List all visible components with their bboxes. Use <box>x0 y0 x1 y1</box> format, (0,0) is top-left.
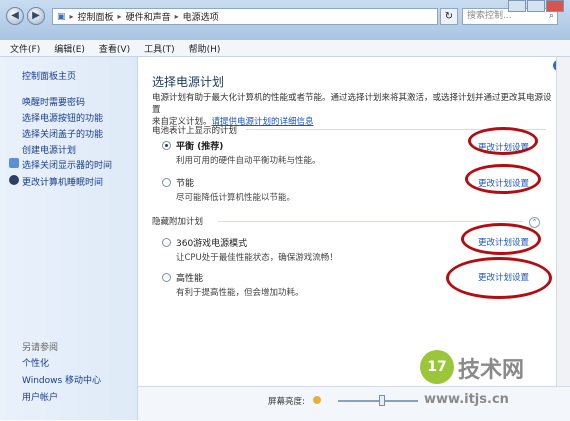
chevron-right-icon: ▸ <box>69 12 74 21</box>
annotation-oval <box>461 223 541 255</box>
sidebar-item-sleep-time[interactable]: 更改计算机睡眠时间 <box>22 175 103 188</box>
plan-high-performance-desc: 有利于提高性能，但会增加功耗。 <box>176 288 304 298</box>
plan-360-game-desc: 让CPU处于最佳性能状态，确保游戏流畅！ <box>176 253 338 263</box>
plan-balanced-desc: 利用可用的硬件自动平衡功耗与性能。 <box>176 156 321 166</box>
annotation-oval <box>468 127 538 155</box>
folder-icon: ▣ <box>57 11 66 22</box>
plan-high-performance-name: 高性能 <box>176 274 204 284</box>
brightness-label: 屏幕亮度: <box>268 397 305 407</box>
section-hidden-plans: 隐藏附加计划 <box>152 217 204 227</box>
plan-power-saver-name: 节能 <box>176 179 195 189</box>
watermark-name: 技术网 <box>458 358 525 383</box>
back-button[interactable]: ◀ <box>6 7 24 25</box>
moon-icon <box>9 175 19 185</box>
chevron-up-icon[interactable]: ⌃ <box>529 217 540 228</box>
sidebar: 控制面板主页 唤醒时需要密码 选择电源按钮的功能 选择关闭盖子的功能 创建电源计… <box>0 57 138 420</box>
menu-help[interactable]: 帮助(H) <box>189 42 221 55</box>
sidebar-link-personalization[interactable]: 个性化 <box>22 356 49 369</box>
plan-power-saver-desc: 尽可能降低计算机性能以节能。 <box>176 193 296 203</box>
sidebar-item-wake-password[interactable]: 唤醒时需要密码 <box>22 95 85 108</box>
menu-view[interactable]: 查看(V) <box>99 42 130 55</box>
brightness-slider-thumb[interactable] <box>379 395 385 406</box>
sidebar-item-power-button[interactable]: 选择电源按钮的功能 <box>22 111 103 124</box>
divider <box>218 221 523 222</box>
brightness-slider[interactable] <box>338 400 418 402</box>
breadcrumb-hardware-sound[interactable]: 硬件和声音 <box>126 10 171 23</box>
breadcrumb-power-options[interactable]: 电源选项 <box>183 10 219 23</box>
section-battery-meter: 电池表计上显示的计划 <box>152 126 238 136</box>
watermark-logo: 17 <box>420 350 454 384</box>
plan-balanced-name: 平衡 (推荐) <box>176 142 224 152</box>
window-controls <box>507 0 564 12</box>
sidebar-item-create-plan[interactable]: 创建电源计划 <box>22 143 76 156</box>
watermark-url: www.itjs.cn <box>424 392 509 407</box>
plan-power-saver-radio[interactable] <box>162 178 171 187</box>
page-title: 选择电源计划 <box>152 75 225 89</box>
menu-tools[interactable]: 工具(T) <box>144 42 175 55</box>
menu-bar: 文件(F) 编辑(E) 查看(V) 工具(T) 帮助(H) <box>0 40 570 57</box>
chevron-right-icon: ▸ <box>174 12 179 21</box>
scrollbar[interactable] <box>556 57 570 386</box>
breadcrumb-control-panel[interactable]: 控制面板 <box>78 10 114 23</box>
monitor-icon <box>9 158 19 168</box>
annotation-oval <box>446 257 552 299</box>
title-bar: ◀ ▶ ▣ ▸ 控制面板 ▸ 硬件和声音 ▸ 电源选项 ↻ 搜索控制... ⌕ <box>0 0 570 40</box>
maximize-button[interactable] <box>527 0 545 12</box>
menu-file[interactable]: 文件(F) <box>10 42 40 55</box>
annotation-oval <box>465 164 541 194</box>
plan-balanced-radio[interactable] <box>162 141 171 150</box>
sidebar-link-user-accounts[interactable]: 用户帐户 <box>22 390 58 403</box>
sidebar-item-display-off[interactable]: 选择关闭显示器的时间 <box>22 158 112 171</box>
plan-high-performance-radio[interactable] <box>162 273 171 282</box>
plan-360-game-radio[interactable] <box>162 238 171 247</box>
see-also-heading: 另请参阅 <box>22 343 59 353</box>
page-description: 电源计划有助于最大化计算机的性能或者节能。通过选择计划来将其激活，或选择计划并通… <box>152 92 552 128</box>
sun-dim-icon <box>313 396 321 404</box>
close-button[interactable] <box>546 0 564 12</box>
plan-360-game-name: 360游戏电源模式 <box>176 239 248 249</box>
menu-edit[interactable]: 编辑(E) <box>54 42 85 55</box>
watermark: 17 技术网 www.itjs.cn <box>420 350 570 420</box>
search-placeholder: 搜索控制... <box>467 11 512 21</box>
sidebar-item-lid-close[interactable]: 选择关闭盖子的功能 <box>22 127 103 140</box>
refresh-button[interactable]: ↻ <box>440 8 458 25</box>
forward-button[interactable]: ▶ <box>27 7 45 25</box>
minimize-button[interactable] <box>508 0 526 12</box>
sidebar-home[interactable]: 控制面板主页 <box>22 69 76 82</box>
chevron-right-icon: ▸ <box>117 12 122 21</box>
description-line-1: 电源计划有助于最大化计算机的性能或者节能。通过选择计划来将其激活，或选择计划并通… <box>152 93 552 115</box>
address-bar[interactable]: ▣ ▸ 控制面板 ▸ 硬件和声音 ▸ 电源选项 <box>52 8 438 25</box>
sidebar-link-mobility-center[interactable]: Windows 移动中心 <box>22 373 101 386</box>
